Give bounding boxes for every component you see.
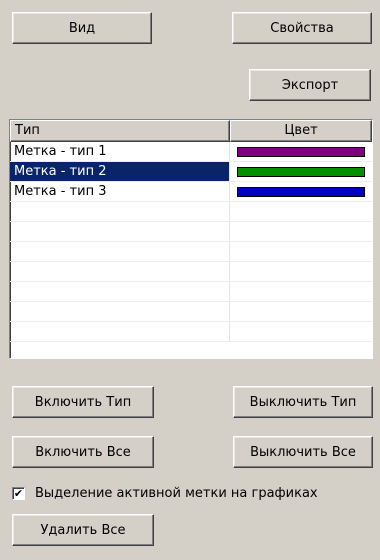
properties-button[interactable]: Свойства xyxy=(232,12,372,44)
empty-list-row xyxy=(10,302,372,322)
enable-type-button[interactable]: Включить Тип xyxy=(12,386,154,418)
column-header-color[interactable]: Цвет xyxy=(230,120,372,142)
color-cell[interactable] xyxy=(230,142,372,161)
list-item[interactable]: Метка - тип 1 xyxy=(10,142,372,162)
mark-type-list[interactable]: Тип Цвет Метка - тип 1 Метка - тип 2 Метка… xyxy=(9,119,373,359)
color-cell[interactable] xyxy=(230,182,372,201)
mark-type-label: Метка - тип 2 xyxy=(10,162,230,181)
empty-list-row xyxy=(10,242,372,262)
mark-type-label: Метка - тип 3 xyxy=(10,182,230,201)
list-header: Тип Цвет xyxy=(10,120,372,142)
list-body: Метка - тип 1 Метка - тип 2 Метка - тип 3 xyxy=(10,142,372,342)
enable-all-button[interactable]: Включить Все xyxy=(12,436,154,468)
export-button[interactable]: Экспорт xyxy=(249,69,371,101)
empty-list-row xyxy=(10,202,372,222)
mark-type-label: Метка - тип 1 xyxy=(10,142,230,161)
highlight-active-mark-option[interactable]: ✔ Выделение активной метки на графиках xyxy=(12,486,318,501)
color-swatch xyxy=(237,166,365,177)
disable-type-button[interactable]: Выключить Тип xyxy=(233,386,373,418)
empty-list-row xyxy=(10,282,372,302)
empty-list-row xyxy=(10,322,372,342)
list-item[interactable]: Метка - тип 3 xyxy=(10,182,372,202)
color-swatch xyxy=(237,146,365,157)
disable-all-button[interactable]: Выключить Все xyxy=(233,436,373,468)
empty-list-row xyxy=(10,262,372,282)
highlight-checkbox-label: Выделение активной метки на графиках xyxy=(35,486,318,501)
view-button[interactable]: Вид xyxy=(12,12,152,44)
empty-list-row xyxy=(10,222,372,242)
delete-all-button[interactable]: Удалить Все xyxy=(12,514,154,546)
highlight-checkbox[interactable]: ✔ xyxy=(12,487,25,500)
column-header-type[interactable]: Тип xyxy=(10,120,230,142)
list-item[interactable]: Метка - тип 2 xyxy=(10,162,372,182)
color-cell[interactable] xyxy=(230,162,372,181)
color-swatch xyxy=(237,186,365,197)
